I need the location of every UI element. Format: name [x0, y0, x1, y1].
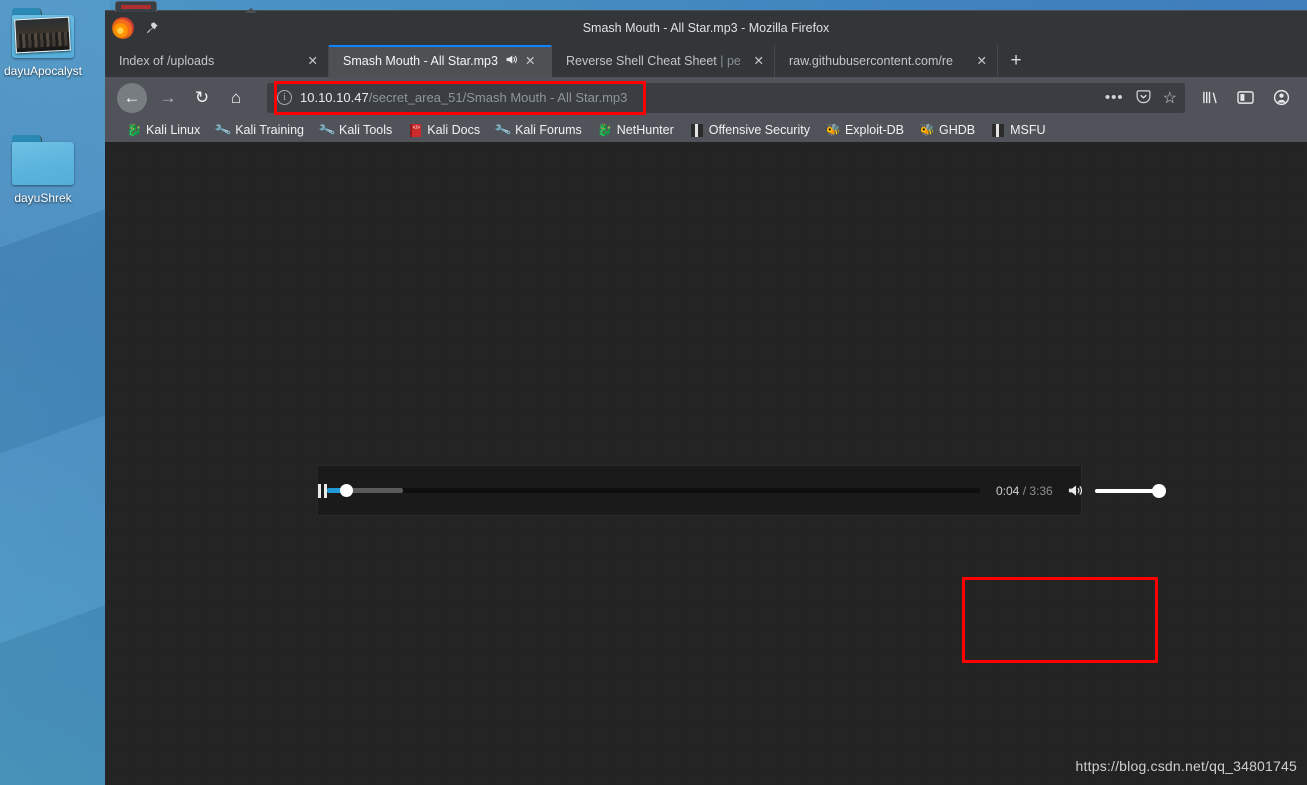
tab-smash-mouth-all-star[interactable]: Smash Mouth - All Star.mp3 ✕ — [329, 45, 552, 77]
tab-close-icon[interactable]: ✕ — [977, 55, 987, 68]
new-tab-button[interactable]: + — [998, 45, 1034, 77]
bookmark-ghdb[interactable]: 🐝 GHDB — [912, 123, 983, 137]
url-bar-wrapper: i 10.10.10.47/secret_area_51/Smash Mouth… — [267, 80, 1185, 115]
dragon-icon: 🐉 — [597, 123, 613, 137]
bookmark-label: Offensive Security — [708, 123, 810, 137]
tab-strip: Index of /uploads ✕ Smash Mouth - All St… — [105, 45, 1307, 77]
sidebar-icon[interactable] — [1229, 82, 1261, 114]
account-icon[interactable] — [1265, 82, 1297, 114]
window-decoration — [115, 1, 157, 12]
bug-icon: 🐝 — [919, 123, 935, 137]
desktop-icon-dayushrek[interactable]: dayuShrek — [0, 135, 96, 206]
tab-close-icon[interactable]: ✕ — [754, 55, 764, 68]
url-bar-actions: ••• ☆ — [1105, 88, 1177, 108]
tab-strip-empty-area — [1034, 45, 1307, 77]
tab-label: Index of /uploads — [119, 54, 215, 68]
time-separator: / — [1019, 483, 1030, 498]
bookmark-label: Kali Docs — [427, 123, 481, 137]
back-button[interactable]: ← — [117, 82, 147, 113]
bookmark-kali-linux[interactable]: 🐉 Kali Linux — [119, 123, 208, 137]
identity-info-icon[interactable]: i — [277, 90, 292, 105]
folder-body — [12, 142, 74, 185]
desktop-icon-dayuapocalyst[interactable]: dayuApocalyst — [0, 8, 96, 79]
tab-reverse-shell-cheat-sheet[interactable]: Reverse Shell Cheat Sheet | pe ✕ — [552, 45, 775, 77]
page-actions-icon[interactable]: ••• — [1105, 90, 1124, 105]
bookmark-nethunter[interactable]: 🐉 NetHunter — [590, 123, 682, 137]
bookmark-star-icon[interactable]: ☆ — [1163, 88, 1177, 108]
volume-track[interactable] — [1094, 483, 1166, 498]
forward-button[interactable]: → — [151, 81, 185, 115]
url-host: 10.10.10.47 — [300, 90, 369, 105]
bookmark-kali-tools[interactable]: 🔧 Kali Tools — [312, 120, 400, 140]
seek-track[interactable] — [327, 484, 980, 497]
desktop-icon-label: dayuShrek — [14, 191, 72, 205]
bookmark-kali-docs[interactable]: Kali Docs — [400, 123, 488, 137]
bookmark-offensive-security[interactable]: Offensive Security — [682, 123, 818, 137]
bookmark-exploit-db[interactable]: 🐝 Exploit-DB — [818, 123, 912, 137]
bookmark-label: GHDB — [939, 123, 976, 137]
red-book-icon — [408, 123, 422, 137]
bug-icon: 🐝 — [825, 123, 841, 137]
reload-button[interactable]: ↻ — [185, 81, 219, 115]
bookmark-label: Exploit-DB — [844, 123, 904, 137]
wrench-icon: 🔧 — [493, 120, 513, 140]
tab-raw-githubusercontent[interactable]: raw.githubusercontent.com/re ✕ — [775, 45, 998, 77]
bookmark-kali-training[interactable]: 🔧 Kali Training — [208, 120, 312, 140]
seek-handle[interactable] — [340, 484, 353, 497]
bookmark-label: MSFU — [1010, 123, 1046, 137]
seek-bar[interactable] — [327, 466, 980, 515]
wrench-icon: 🔧 — [213, 120, 233, 140]
volume-handle[interactable] — [1151, 483, 1166, 498]
total-time: 3:36 — [1029, 483, 1053, 498]
bookmark-kali-forums[interactable]: 🔧 Kali Forums — [488, 120, 590, 140]
dragon-icon: 🐉 — [126, 123, 142, 137]
tab-close-icon[interactable]: ✕ — [308, 55, 318, 68]
wrench-icon: 🔧 — [317, 120, 337, 140]
window-title: Smash Mouth - All Star.mp3 - Mozilla Fir… — [582, 21, 830, 35]
stripe-icon — [991, 123, 1005, 137]
bookmark-label: Kali Training — [235, 123, 304, 137]
desktop-icon-label: dayuApocalyst — [3, 64, 83, 78]
tab-label: raw.githubusercontent.com/re — [789, 54, 953, 68]
url-bar[interactable]: i 10.10.10.47/secret_area_51/Smash Mouth… — [267, 82, 1185, 113]
tab-close-icon[interactable]: ✕ — [525, 55, 535, 68]
audio-player: 0:04 / 3:36 — [318, 466, 1166, 515]
pin-icon[interactable] — [143, 18, 161, 38]
tab-speaker-icon[interactable] — [505, 53, 518, 69]
volume-slider[interactable] — [1094, 466, 1171, 515]
stripe-icon — [690, 123, 704, 137]
library-icon[interactable] — [1193, 82, 1225, 114]
home-button[interactable]: ⌂ — [219, 81, 253, 115]
bookmark-label: Kali Tools — [339, 123, 393, 137]
folder-thumbnail-image — [14, 16, 71, 54]
player-controls-highlight-box — [962, 577, 1158, 663]
page-content: 0:04 / 3:36 https://blog.csdn.net/qq_348… — [105, 142, 1307, 785]
bookmarks-toolbar: 🐉 Kali Linux 🔧 Kali Training 🔧 Kali Tool… — [105, 118, 1307, 142]
bookmark-label: NetHunter — [616, 123, 674, 137]
folder-icon — [12, 135, 74, 185]
tab-index-of-uploads[interactable]: Index of /uploads ✕ — [105, 45, 329, 77]
volume-icon[interactable] — [1065, 466, 1087, 515]
pocket-icon[interactable] — [1136, 89, 1151, 107]
title-bar: Smash Mouth - All Star.mp3 - Mozilla Fir… — [105, 1, 1307, 45]
bookmark-label: Kali Forums — [515, 123, 582, 137]
pause-icon-bar-left — [318, 483, 321, 498]
url-text[interactable]: 10.10.10.47/secret_area_51/Smash Mouth -… — [300, 90, 1097, 105]
tab-label: Reverse Shell Cheat Sheet | pe — [566, 54, 740, 68]
folder-icon — [12, 8, 74, 58]
url-path: /secret_area_51/Smash Mouth - All Star.m… — [368, 90, 628, 105]
window-decoration-arrow — [245, 8, 257, 13]
time-display: 0:04 / 3:36 — [980, 484, 1065, 498]
toolbar-right-icons — [1193, 82, 1301, 114]
current-time: 0:04 — [996, 483, 1020, 498]
bookmark-label: Kali Linux — [146, 123, 201, 137]
bookmark-msfu[interactable]: MSFU — [983, 123, 1053, 137]
firefox-window: Smash Mouth - All Star.mp3 - Mozilla Fir… — [105, 1, 1307, 785]
tab-label-dim: | pe — [716, 54, 740, 68]
pause-button[interactable] — [318, 466, 327, 515]
watermark-text: https://blog.csdn.net/qq_34801745 — [1075, 758, 1297, 774]
navigation-toolbar: ← → ↻ ⌂ i 10.10.10.47/secret_area_51/Sma… — [105, 77, 1307, 118]
tab-label: Smash Mouth - All Star.mp3 — [343, 54, 498, 68]
firefox-logo-icon — [112, 17, 134, 39]
